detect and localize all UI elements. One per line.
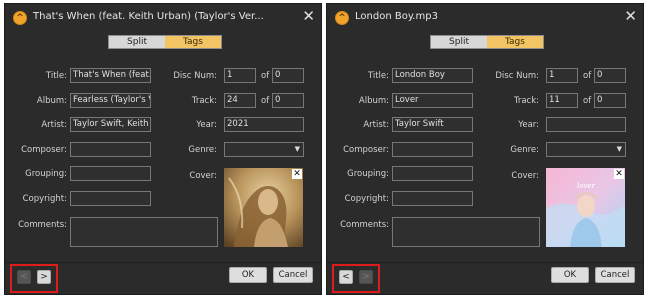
nav-highlight-box — [10, 264, 58, 293]
genre-label: Genre: — [188, 145, 217, 155]
album-label: Album: — [36, 96, 67, 106]
cancel-button[interactable]: Cancel — [273, 267, 313, 283]
copyright-field[interactable] — [392, 191, 473, 206]
tab-tags[interactable]: Tags — [487, 36, 543, 48]
app-logo-icon: ^ — [13, 11, 27, 25]
track-label: Track: — [513, 96, 539, 106]
comments-label: Comments: — [18, 220, 67, 230]
cover-art-image: ✕ — [224, 168, 303, 247]
year-field[interactable]: 2021 — [224, 117, 304, 132]
track-of-label: of — [261, 96, 270, 106]
artist-field[interactable]: Taylor Swift, Keith Urb — [70, 117, 151, 132]
copyright-label: Copyright: — [344, 194, 389, 204]
disc-num-field[interactable]: 1 — [224, 68, 256, 83]
genre-label: Genre: — [510, 145, 539, 155]
divider — [327, 262, 643, 263]
title-field[interactable]: London Boy — [392, 68, 473, 83]
grouping-field[interactable] — [70, 166, 151, 181]
close-icon[interactable]: ✕ — [624, 7, 637, 25]
album-field[interactable]: Fearless (Taylor's Vers — [70, 93, 151, 108]
track-label: Track: — [191, 96, 217, 106]
disc-num-field[interactable]: 1 — [546, 68, 578, 83]
cover-label: Cover: — [511, 171, 539, 181]
album-field[interactable]: Lover — [392, 93, 473, 108]
copyright-field[interactable] — [70, 191, 151, 206]
mode-switch: Split Tags — [108, 35, 222, 49]
year-label: Year: — [196, 120, 217, 130]
grouping-label: Grouping: — [25, 169, 67, 179]
disc-of-label: of — [583, 71, 592, 81]
genre-select[interactable]: ▼ — [546, 142, 626, 157]
chevron-down-icon: ▼ — [616, 145, 622, 153]
composer-label: Composer: — [21, 145, 67, 155]
chevron-down-icon: ▼ — [294, 145, 300, 153]
comments-field[interactable] — [70, 217, 218, 247]
tab-split[interactable]: Split — [431, 36, 487, 48]
track-field[interactable]: 24 — [224, 93, 256, 108]
tag-editor-dialog-right: ^ London Boy.mp3 ✕ Split Tags Title: Alb… — [326, 3, 644, 295]
title-field[interactable]: That's When (feat. Ke — [70, 68, 151, 83]
disc-of-label: of — [261, 71, 270, 81]
window-title: London Boy.mp3 — [355, 11, 438, 22]
cover-label: Cover: — [189, 171, 217, 181]
copyright-label: Copyright: — [22, 194, 67, 204]
cover-art-fearless — [224, 168, 303, 247]
cover-art-image: lover ✕ — [546, 168, 625, 247]
composer-field[interactable] — [392, 142, 473, 157]
title-bar: ^ That's When (feat. Keith Urban) (Taylo… — [5, 4, 321, 32]
year-label: Year: — [518, 120, 539, 130]
artist-field[interactable]: Taylor Swift — [392, 117, 473, 132]
track-total-field[interactable]: 0 — [594, 93, 626, 108]
album-label: Album: — [358, 96, 389, 106]
disc-total-field[interactable]: 0 — [594, 68, 626, 83]
disc-num-label: Disc Num: — [495, 71, 539, 81]
track-field[interactable]: 11 — [546, 93, 578, 108]
remove-cover-icon[interactable]: ✕ — [614, 169, 624, 179]
tab-split[interactable]: Split — [109, 36, 165, 48]
composer-label: Composer: — [343, 145, 389, 155]
title-label: Title: — [367, 71, 389, 81]
disc-num-label: Disc Num: — [173, 71, 217, 81]
ok-button[interactable]: OK — [551, 267, 589, 283]
title-bar: ^ London Boy.mp3 ✕ — [327, 4, 643, 32]
remove-cover-icon[interactable]: ✕ — [292, 169, 302, 179]
year-field[interactable] — [546, 117, 626, 132]
artist-label: Artist: — [363, 120, 389, 130]
divider — [5, 262, 321, 263]
title-label: Title: — [45, 71, 67, 81]
comments-field[interactable] — [392, 217, 540, 247]
artist-label: Artist: — [41, 120, 67, 130]
disc-total-field[interactable]: 0 — [272, 68, 304, 83]
tab-tags[interactable]: Tags — [165, 36, 221, 48]
genre-select[interactable]: ▼ — [224, 142, 304, 157]
cancel-button[interactable]: Cancel — [595, 267, 635, 283]
tag-editor-dialog-left: ^ That's When (feat. Keith Urban) (Taylo… — [4, 3, 322, 295]
track-total-field[interactable]: 0 — [272, 93, 304, 108]
close-icon[interactable]: ✕ — [302, 7, 315, 25]
composer-field[interactable] — [70, 142, 151, 157]
comments-label: Comments: — [340, 220, 389, 230]
mode-switch: Split Tags — [430, 35, 544, 49]
window-title: That's When (feat. Keith Urban) (Taylor'… — [33, 11, 264, 22]
grouping-label: Grouping: — [347, 169, 389, 179]
track-of-label: of — [583, 96, 592, 106]
app-logo-icon: ^ — [335, 11, 349, 25]
grouping-field[interactable] — [392, 166, 473, 181]
nav-highlight-box — [332, 264, 380, 293]
cover-art-lover: lover — [546, 168, 625, 247]
ok-button[interactable]: OK — [229, 267, 267, 283]
svg-text:lover: lover — [577, 182, 596, 190]
